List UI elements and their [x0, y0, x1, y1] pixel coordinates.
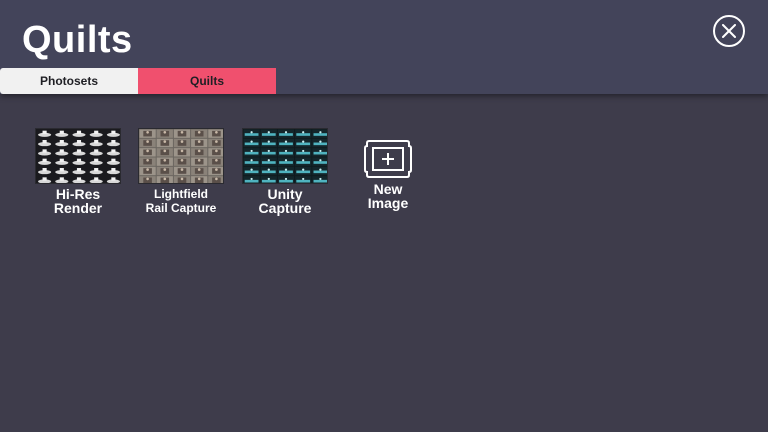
page-title: Quilts [22, 19, 133, 61]
new-image-label: New Image [367, 181, 409, 211]
framed-plus-icon [364, 140, 412, 178]
close-button[interactable] [713, 15, 745, 47]
quilt-item-hi-res-render[interactable]: Hi-Res Render [28, 128, 128, 215]
quilt-item-label: Lightfield Rail Capture [145, 187, 217, 215]
tab-quilts[interactable]: Quilts [138, 68, 276, 94]
header-bar: Quilts Photosets Quilts [0, 0, 768, 94]
quilt-item-label: Hi-Res Render [53, 186, 103, 216]
quilt-thumbnail [242, 128, 328, 184]
tab-photosets[interactable]: Photosets [0, 68, 138, 94]
close-icon [722, 24, 736, 38]
quilt-item-unity-capture[interactable]: Unity Capture [235, 128, 335, 215]
new-image-button[interactable]: New Image [338, 132, 438, 210]
quilt-thumbnail [35, 128, 121, 184]
quilt-item-label: Unity Capture [258, 186, 312, 216]
tab-bar: Photosets Quilts [0, 68, 276, 94]
quilt-thumbnail [138, 128, 224, 184]
quilt-item-lightfield-rail-capture[interactable]: Lightfield Rail Capture [131, 128, 231, 215]
